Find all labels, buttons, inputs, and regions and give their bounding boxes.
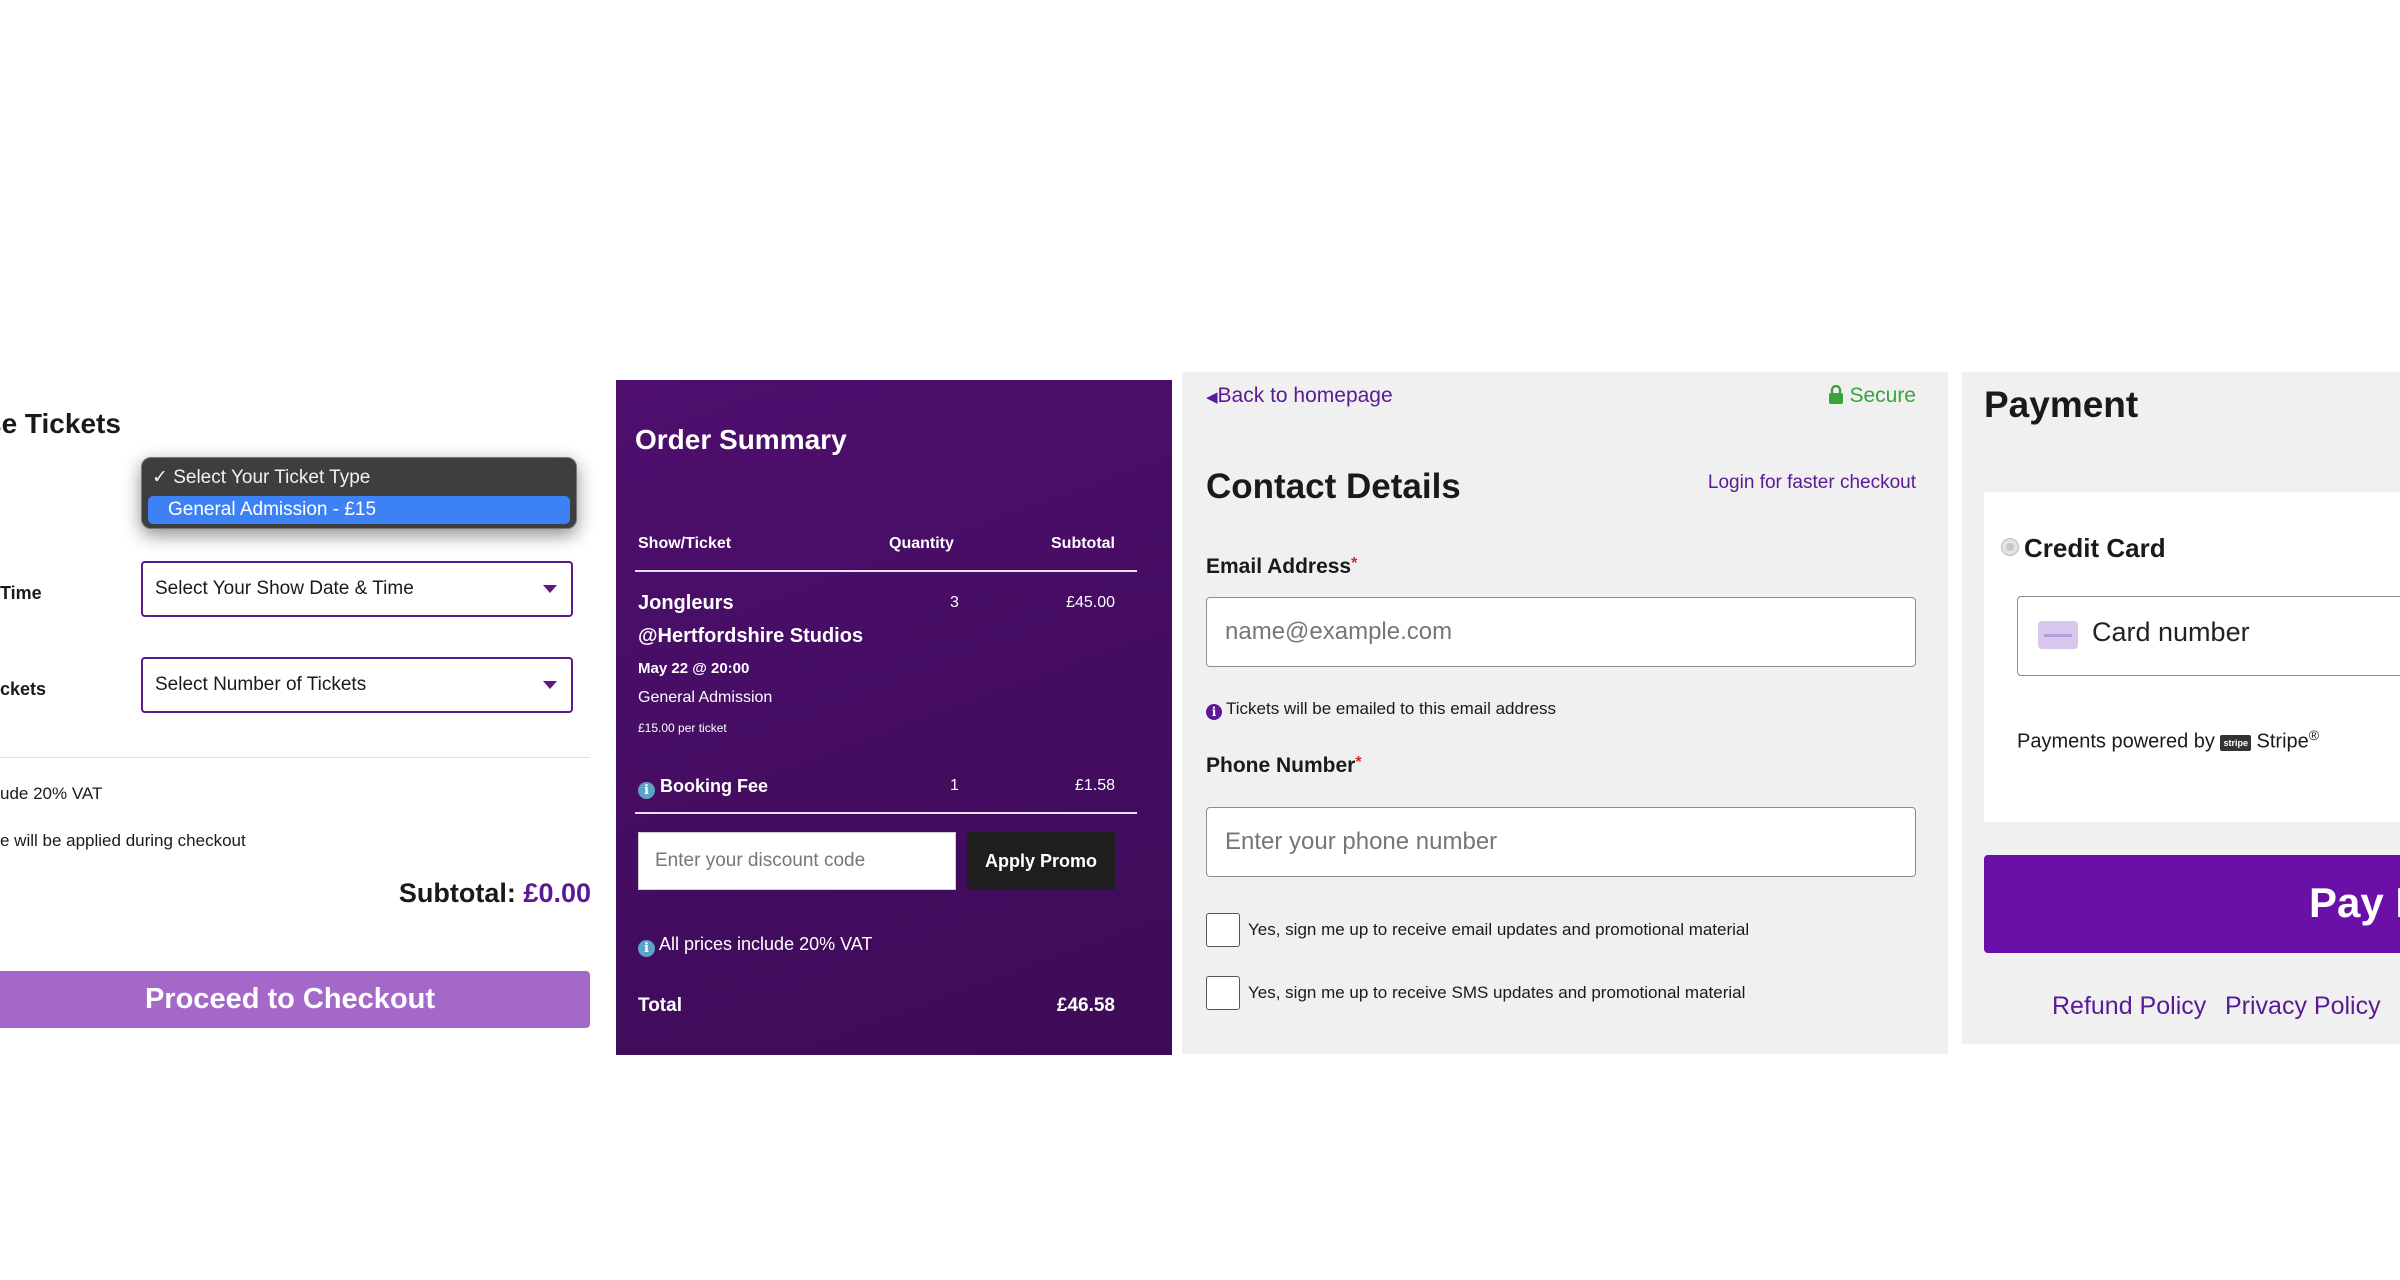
ticket-count-select[interactable]: Select Number of Tickets	[141, 657, 573, 713]
credit-card-radio[interactable]	[2001, 538, 2019, 556]
sms-optin-row: Yes, sign me up to receive SMS updates a…	[1206, 976, 1745, 1010]
select-value: Select Your Show Date & Time	[155, 578, 414, 599]
card-number-input[interactable]: Card number	[2017, 596, 2400, 676]
ticket-type-option-placeholder[interactable]: ✓ Select Your Ticket Type	[152, 466, 370, 489]
booking-fee-row: i Booking Fee	[638, 776, 768, 799]
powered-by-stripe: Payments powered by stripe Stripe®	[2017, 727, 2319, 754]
divider	[0, 757, 590, 758]
pay-now-button[interactable]: Pay N	[1984, 855, 2400, 953]
subtotal-value: £0.00	[523, 878, 591, 908]
panel-title: se Tickets	[0, 408, 121, 439]
item-subtotal: £45.00	[1066, 594, 1115, 611]
order-summary-title: Order Summary	[635, 424, 847, 455]
item-quantity: 3	[950, 594, 959, 611]
header-subtotal: Subtotal	[1051, 535, 1115, 552]
contact-details-panel: ◀Back to homepage Secure Contact Details…	[1182, 372, 1948, 1054]
select-value: Select Number of Tickets	[155, 674, 367, 695]
divider	[635, 570, 1137, 572]
header-quantity: Quantity	[889, 535, 954, 552]
credit-card-icon	[2038, 621, 2078, 649]
booking-fee-quantity: 1	[950, 777, 959, 794]
ticket-selection-panel: se Tickets ✓ Select Your Ticket Type Gen…	[0, 380, 600, 1050]
total-value: £46.58	[1056, 995, 1115, 1016]
item-unit-price: £15.00 per ticket	[638, 721, 727, 735]
subtotal-label: Subtotal:	[398, 878, 516, 908]
caret-down-icon	[543, 681, 557, 689]
card-number-placeholder: Card number	[2092, 617, 2250, 647]
phone-label-text: Phone Number	[1206, 754, 1356, 777]
item-date: May 22 @ 20:00	[638, 660, 750, 677]
proceed-to-checkout-button[interactable]: Proceed to Checkout	[0, 971, 590, 1028]
phone-label: Phone Number*	[1206, 754, 1362, 778]
required-mark: *	[1355, 754, 1362, 771]
info-icon: i	[638, 940, 655, 957]
email-optin-row: Yes, sign me up to receive email updates…	[1206, 913, 1749, 947]
order-summary-panel: Order Summary Show/Ticket Quantity Subto…	[616, 380, 1172, 1055]
email-label-text: Email Address	[1206, 555, 1352, 578]
payment-panel: Payment Credit Card Card number Payments…	[1962, 372, 2400, 1044]
header-show-ticket: Show/Ticket	[638, 535, 732, 552]
secure-indicator: Secure	[1828, 384, 1916, 408]
vat-note: ude 20% VAT	[0, 784, 103, 803]
refund-policy-link[interactable]: Refund Policy	[2052, 992, 2206, 1021]
item-name-line1: Jongleurs	[638, 592, 734, 614]
total-label: Total	[638, 995, 682, 1016]
required-mark: *	[1351, 555, 1358, 572]
info-icon[interactable]: i	[638, 782, 655, 799]
apply-promo-button[interactable]: Apply Promo	[967, 832, 1115, 890]
caret-left-icon: ◀	[1206, 389, 1218, 406]
vat-note-text: All prices include 20% VAT	[659, 934, 873, 954]
divider	[635, 812, 1137, 814]
lock-icon	[1828, 384, 1843, 404]
ticket-type-dropdown-menu[interactable]: ✓ Select Your Ticket Type General Admiss…	[141, 457, 577, 529]
login-link[interactable]: Login for faster checkout	[1708, 472, 1916, 494]
fee-note: e will be applied during checkout	[0, 831, 246, 850]
pay-button-label: Pay N	[2309, 879, 2400, 926]
sms-optin-checkbox[interactable]	[1206, 976, 1240, 1010]
powered-by-label: Payments powered by	[2017, 730, 2215, 753]
stripe-logo-icon: stripe	[2220, 734, 2251, 751]
payment-title: Payment	[1984, 384, 2139, 425]
privacy-policy-link[interactable]: Privacy Policy	[2225, 992, 2381, 1021]
discount-code-input[interactable]: Enter your discount code	[638, 832, 956, 890]
booking-fee-subtotal: £1.58	[1074, 777, 1115, 794]
tickets-label: ckets	[0, 679, 47, 699]
subtotal: Subtotal: £0.00	[399, 878, 591, 909]
vat-note: i All prices include 20% VAT	[638, 934, 872, 957]
booking-fee-label: Booking Fee	[660, 776, 769, 796]
info-icon: i	[1206, 704, 1222, 720]
phone-field[interactable]: Enter your phone number	[1206, 807, 1916, 877]
secure-label: Secure	[1849, 384, 1916, 407]
email-optin-checkbox[interactable]	[1206, 913, 1240, 947]
email-field[interactable]: name@example.com	[1206, 597, 1916, 667]
email-hint: i Tickets will be emailed to this email a…	[1206, 699, 1556, 720]
registered-mark: ®	[2308, 727, 2320, 743]
back-to-homepage-link[interactable]: ◀Back to homepage	[1206, 384, 1393, 408]
sms-optin-label: Yes, sign me up to receive SMS updates a…	[1248, 983, 1746, 1002]
contact-details-title: Contact Details	[1206, 467, 1461, 506]
ticket-type-option-general-admission[interactable]: General Admission - £15	[148, 496, 570, 524]
email-optin-label: Yes, sign me up to receive email updates…	[1248, 920, 1750, 939]
back-link-label: Back to homepage	[1217, 384, 1393, 407]
credit-card-label: Credit Card	[2024, 533, 2166, 563]
email-label: Email Address*	[1206, 555, 1357, 579]
show-date-select[interactable]: Select Your Show Date & Time	[141, 561, 573, 617]
option-label: Select Your Ticket Type	[173, 467, 371, 488]
date-label: Time	[0, 583, 42, 603]
item-name-line2: @Hertfordshire Studios	[638, 625, 864, 647]
email-hint-text: Tickets will be emailed to this email ad…	[1226, 699, 1557, 718]
caret-down-icon	[543, 585, 557, 593]
stripe-name: Stripe	[2256, 730, 2309, 753]
item-type: General Admission	[638, 689, 773, 706]
